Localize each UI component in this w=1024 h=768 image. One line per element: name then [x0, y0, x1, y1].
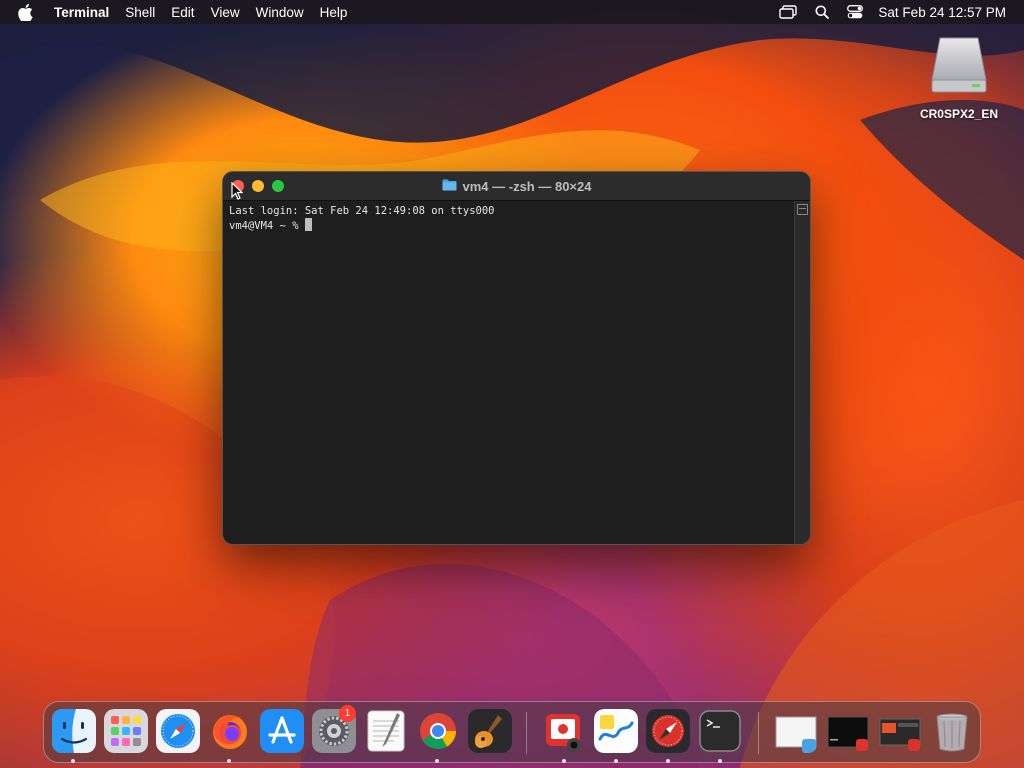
- screen-mirroring-icon[interactable]: [779, 5, 798, 19]
- firefox-running-indicator: [227, 759, 231, 763]
- menu-help[interactable]: Help: [320, 5, 348, 20]
- dock-terminal-icon[interactable]: [698, 709, 742, 753]
- menu-app-terminal[interactable]: Terminal: [54, 5, 109, 20]
- dock-textedit-icon[interactable]: [364, 709, 408, 753]
- dock-minimized-window-1[interactable]: [774, 709, 818, 753]
- desktop-disk-label: CR0SPX2_EN: [919, 107, 999, 121]
- apple-menu-icon[interactable]: [18, 3, 36, 21]
- menu-window[interactable]: Window: [256, 5, 304, 20]
- menu-shell[interactable]: Shell: [125, 5, 155, 20]
- dock: [43, 701, 981, 763]
- photo-booth-running-indicator: [562, 759, 566, 763]
- menu-view[interactable]: View: [211, 5, 240, 20]
- desktop-disk[interactable]: CR0SPX2_EN: [912, 34, 1006, 121]
- dock-photo-booth-icon[interactable]: [542, 709, 586, 753]
- dock-minimized-window-3[interactable]: [878, 709, 922, 753]
- dock-app-store-icon[interactable]: [260, 709, 304, 753]
- prompt-line: vm4@VM4 ~ %: [229, 218, 788, 233]
- terminal-titlebar[interactable]: vm4 — -zsh — 80×24: [223, 172, 810, 201]
- system-settings-badge: 1: [339, 705, 356, 722]
- terminal-output[interactable]: Last login: Sat Feb 24 12:49:08 on ttys0…: [223, 201, 794, 544]
- safari-preview-running-indicator: [666, 759, 670, 763]
- menu-edit[interactable]: Edit: [171, 5, 194, 20]
- dock-safari-technology-preview-icon[interactable]: [646, 709, 690, 753]
- dock-safari-icon[interactable]: [156, 709, 200, 753]
- finder-running-indicator: [71, 759, 75, 763]
- spotlight-search-icon[interactable]: [815, 5, 830, 19]
- text-cursor: [304, 218, 312, 231]
- dock-chrome-icon[interactable]: [416, 709, 460, 753]
- mouse-pointer-icon: [231, 181, 244, 205]
- dock-separator: [526, 712, 527, 754]
- control-center-icon[interactable]: [847, 5, 864, 19]
- dock-finder-icon[interactable]: [52, 709, 96, 753]
- folder-icon: [442, 179, 457, 194]
- terminal-running-indicator: [718, 759, 722, 763]
- window-title: vm4 — -zsh — 80×24: [442, 178, 592, 194]
- dock-trash-icon[interactable]: [930, 709, 974, 753]
- minimize-button[interactable]: [252, 180, 264, 192]
- dock-freeform-icon[interactable]: [594, 709, 638, 753]
- last-login-line: Last login: Sat Feb 24 12:49:08 on ttys0…: [229, 205, 495, 217]
- dock-launchpad-icon[interactable]: [104, 709, 148, 753]
- scrollbar[interactable]: [794, 201, 810, 544]
- menu-clock[interactable]: Sat Feb 24 12:57 PM: [878, 5, 1006, 20]
- scroll-marker-icon[interactable]: [797, 204, 808, 215]
- dock-garageband-icon[interactable]: [468, 709, 512, 753]
- chrome-running-indicator: [435, 759, 439, 763]
- freeform-running-indicator: [614, 759, 618, 763]
- dock-separator: [758, 712, 759, 754]
- dock-firefox-icon[interactable]: [208, 709, 252, 753]
- zoom-button[interactable]: [272, 180, 284, 192]
- terminal-window[interactable]: vm4 — -zsh — 80×24 Last login: Sat Feb 2…: [223, 172, 810, 544]
- shell-prompt: vm4@VM4 ~ %: [229, 220, 305, 232]
- window-title-text: vm4 — -zsh — 80×24: [462, 178, 592, 194]
- external-disk-icon: [931, 37, 987, 93]
- dock-minimized-window-2[interactable]: [826, 709, 870, 753]
- menu-bar: Terminal Shell Edit View Window Help Sat…: [0, 0, 1024, 24]
